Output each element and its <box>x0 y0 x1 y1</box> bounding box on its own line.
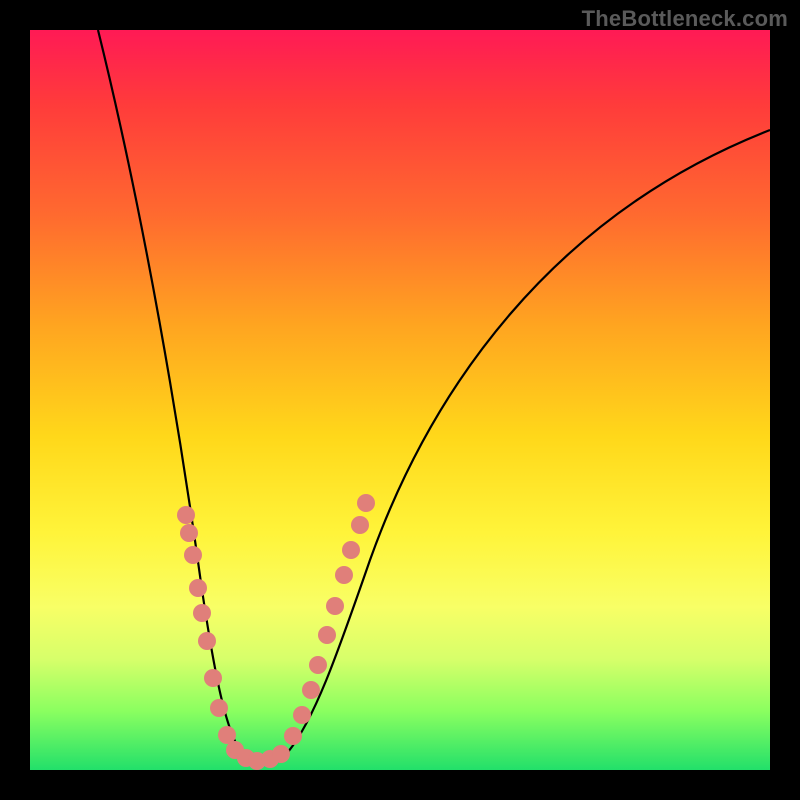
curve-marker <box>284 727 302 745</box>
curve-marker <box>351 516 369 534</box>
bottleneck-curve <box>98 30 770 762</box>
curve-marker <box>309 656 327 674</box>
curve-marker <box>326 597 344 615</box>
curve-marker <box>302 681 320 699</box>
curve-marker <box>204 669 222 687</box>
curve-marker <box>189 579 207 597</box>
curve-marker <box>318 626 336 644</box>
curve-layer <box>30 30 770 770</box>
curve-marker <box>342 541 360 559</box>
chart-frame: TheBottleneck.com <box>0 0 800 800</box>
curve-marker <box>210 699 228 717</box>
watermark-text: TheBottleneck.com <box>582 6 788 32</box>
curve-marker <box>184 546 202 564</box>
curve-marker <box>193 604 211 622</box>
curve-marker <box>180 524 198 542</box>
curve-marker <box>177 506 195 524</box>
curve-marker <box>335 566 353 584</box>
plot-area <box>30 30 770 770</box>
curve-marker <box>272 745 290 763</box>
curve-marker <box>198 632 216 650</box>
curve-marker <box>357 494 375 512</box>
curve-marker <box>293 706 311 724</box>
